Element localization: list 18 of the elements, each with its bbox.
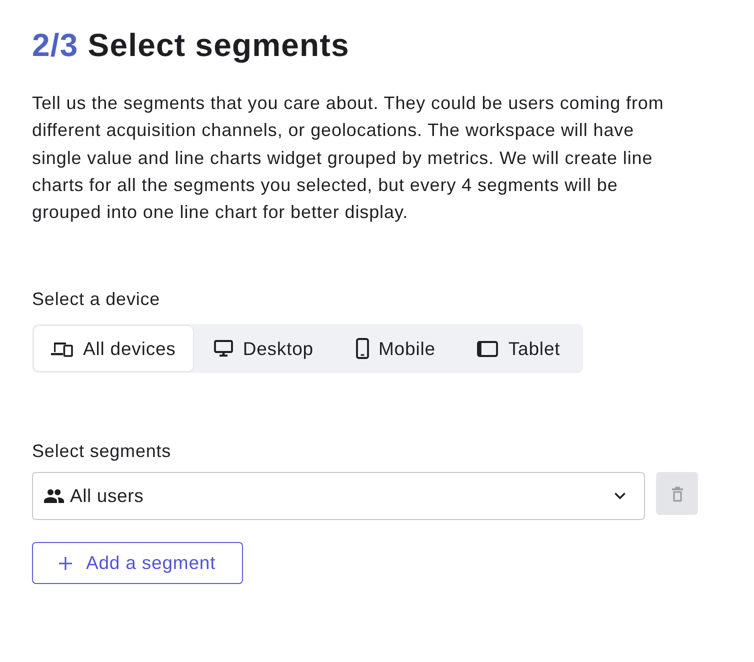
page-heading: 2/3 Select segments	[32, 26, 350, 65]
chevron-down-icon	[614, 492, 626, 500]
device-tab[interactable]: Mobile	[334, 326, 456, 372]
tablet-icon	[477, 340, 498, 357]
people-icon	[44, 489, 64, 504]
phone-icon	[356, 338, 368, 360]
laptop-and-phone-icon	[51, 340, 73, 357]
field-label: Select a device	[32, 288, 160, 310]
trash-icon	[670, 486, 684, 502]
device-tab[interactable]: Tablet	[456, 326, 582, 372]
monitor-icon	[214, 340, 233, 358]
field-label: Select segments	[32, 440, 172, 462]
device-tab[interactable]: All devices	[34, 326, 193, 372]
plus-icon	[59, 556, 72, 570]
device-tab[interactable]: Desktop	[192, 326, 334, 372]
segment-dropdown[interactable]: All users	[32, 472, 645, 520]
description-text: Tell us the segments that you care about. They could be users coming from different acquisition channels, or geolocations. The workspace will have single value and line charts widget grouped by metrics. We will create line charts for all the segments you selected, but every 4 segments will be grouped into one line chart for better display.	[32, 92, 665, 224]
add-segment-button[interactable]: Add a segment	[32, 542, 243, 584]
